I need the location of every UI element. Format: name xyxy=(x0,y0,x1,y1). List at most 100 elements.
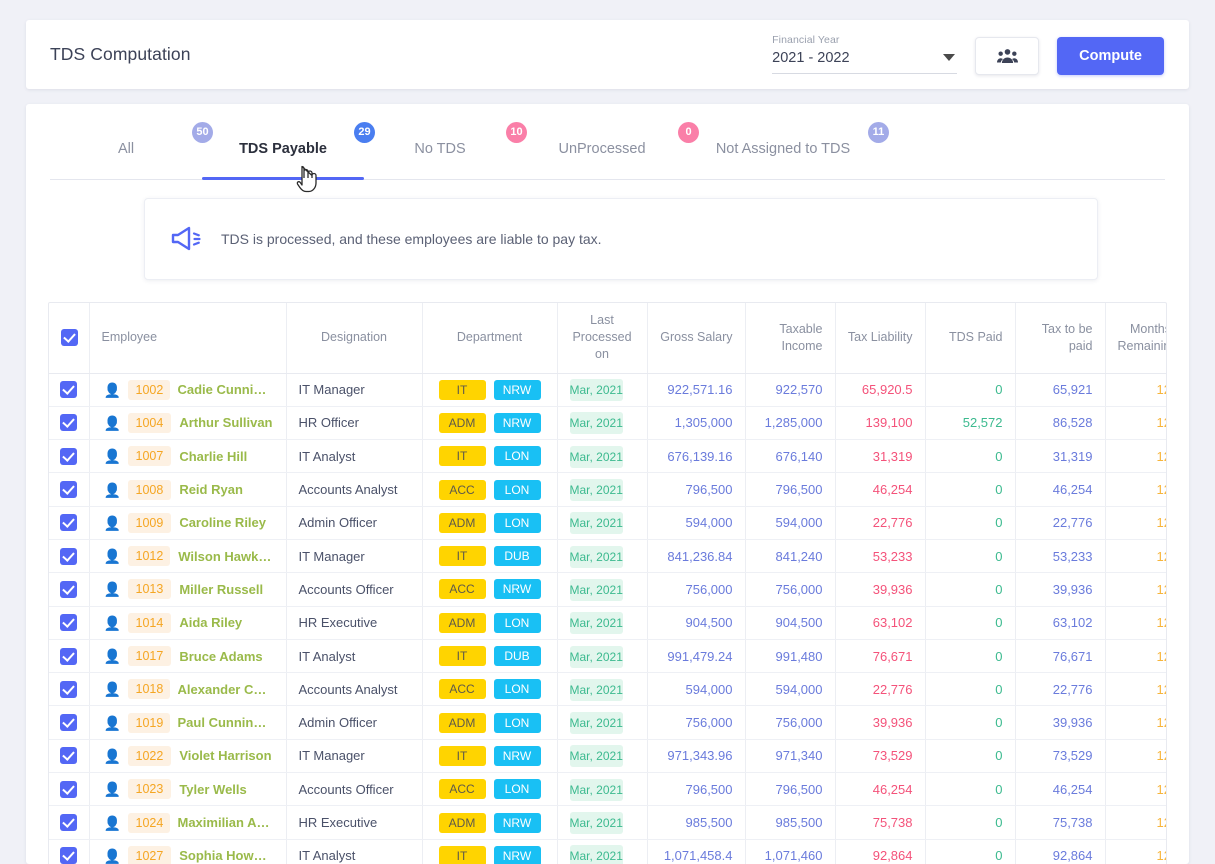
taxable-income-cell: 1,285,000 xyxy=(745,406,835,439)
table-row[interactable]: 👤1024Maximilian Arms…HR ExecutiveADMNRWM… xyxy=(49,806,1167,839)
row-checkbox[interactable] xyxy=(60,448,77,465)
department-tag: ACC xyxy=(439,480,486,500)
employee-name[interactable]: Aida Riley xyxy=(179,615,242,630)
row-select-cell xyxy=(49,839,89,864)
column-header-department[interactable]: Department xyxy=(422,303,557,373)
tds-table-container: Employee Designation Department Last Pro… xyxy=(48,302,1167,864)
row-checkbox[interactable] xyxy=(60,381,77,398)
employee-name[interactable]: Maximilian Arms… xyxy=(178,815,274,830)
row-checkbox[interactable] xyxy=(60,514,77,531)
tax-liability-cell: 39,936 xyxy=(835,573,925,606)
row-checkbox[interactable] xyxy=(60,814,77,831)
tab-no-tds[interactable]: No TDS 10 xyxy=(364,118,516,179)
taxable-income-cell: 594,000 xyxy=(745,673,835,706)
column-header-tds-paid[interactable]: TDS Paid xyxy=(925,303,1015,373)
tax-to-be-paid-cell: 75,738 xyxy=(1015,806,1105,839)
row-checkbox[interactable] xyxy=(60,747,77,764)
department-tag: IT xyxy=(439,646,486,666)
row-select-cell xyxy=(49,406,89,439)
tab-all[interactable]: All 50 xyxy=(50,118,202,179)
compute-button[interactable]: Compute xyxy=(1057,37,1164,75)
tax-to-be-paid-cell: 31,319 xyxy=(1015,440,1105,473)
financial-year-select[interactable]: Financial Year 2021 - 2022 xyxy=(772,34,957,76)
employee-group-button[interactable] xyxy=(975,37,1039,75)
row-checkbox[interactable] xyxy=(60,581,77,598)
row-select-cell xyxy=(49,639,89,672)
employee-name[interactable]: Violet Harrison xyxy=(179,748,271,763)
taxable-income-cell: 796,500 xyxy=(745,773,835,806)
tab-not-assigned-to-tds[interactable]: Not Assigned to TDS 11 xyxy=(688,118,878,179)
tab-unprocessed[interactable]: UnProcessed 0 xyxy=(516,118,688,179)
financial-year-label: Financial Year xyxy=(772,34,957,46)
column-header-designation[interactable]: Designation xyxy=(286,303,422,373)
table-row[interactable]: 👤1022Violet HarrisonIT ManagerITNRWMar, … xyxy=(49,739,1167,772)
table-row[interactable]: 👤1027Sophia HowardIT AnalystITNRWMar, 20… xyxy=(49,839,1167,864)
table-row[interactable]: 👤1023Tyler WellsAccounts OfficerACCLONMa… xyxy=(49,773,1167,806)
avatar-icon: 👤 xyxy=(104,582,120,596)
last-processed-cell: Mar, 2021 xyxy=(557,573,647,606)
employee-name[interactable]: Miller Russell xyxy=(179,582,263,597)
location-tag: NRW xyxy=(494,846,541,864)
designation-text: IT Manager xyxy=(299,382,365,397)
table-row[interactable]: 👤1018Alexander CaseyAccounts AnalystACCL… xyxy=(49,673,1167,706)
employee-name[interactable]: Sophia Howard xyxy=(179,848,273,863)
employee-cell: 👤1019Paul Cunningham xyxy=(89,706,286,739)
table-body: 👤1002Cadie Cunningh…IT ManagerITNRWMar, … xyxy=(49,373,1167,864)
last-processed-badge: Mar, 2021 xyxy=(570,679,623,701)
location-tag: LON xyxy=(494,679,541,699)
table-row[interactable]: 👤1017Bruce AdamsIT AnalystITDUBMar, 2021… xyxy=(49,639,1167,672)
table-row[interactable]: 👤1004Arthur SullivanHR OfficerADMNRWMar,… xyxy=(49,406,1167,439)
designation-text: Admin Officer xyxy=(299,515,378,530)
employee-name[interactable]: Wilson Hawkins xyxy=(178,549,273,564)
column-header-gross-salary[interactable]: Gross Salary xyxy=(647,303,745,373)
table-row[interactable]: 👤1014Aida RileyHR ExecutiveADMLONMar, 20… xyxy=(49,606,1167,639)
table-row[interactable]: 👤1012Wilson HawkinsIT ManagerITDUBMar, 2… xyxy=(49,539,1167,572)
row-checkbox[interactable] xyxy=(60,714,77,731)
department-tag: ADM xyxy=(439,713,486,733)
table-row[interactable]: 👤1013Miller RussellAccounts OfficerACCNR… xyxy=(49,573,1167,606)
row-checkbox[interactable] xyxy=(60,681,77,698)
last-processed-badge: Mar, 2021 xyxy=(570,745,623,767)
table-row[interactable]: 👤1019Paul CunninghamAdmin OfficerADMLONM… xyxy=(49,706,1167,739)
employee-name[interactable]: Cadie Cunningh… xyxy=(178,382,274,397)
employee-name[interactable]: Charlie Hill xyxy=(179,449,247,464)
employee-name[interactable]: Alexander Casey xyxy=(178,682,274,697)
column-header-employee[interactable]: Employee xyxy=(89,303,286,373)
employee-name[interactable]: Tyler Wells xyxy=(179,782,246,797)
last-processed-cell: Mar, 2021 xyxy=(557,606,647,639)
table-row[interactable]: 👤1008Reid RyanAccounts AnalystACCLONMar,… xyxy=(49,473,1167,506)
employee-name[interactable]: Caroline Riley xyxy=(179,515,266,530)
tax-liability-cell: 76,671 xyxy=(835,639,925,672)
designation-text: HR Executive xyxy=(299,615,378,630)
employee-id: 1009 xyxy=(128,513,172,533)
tax-liability-cell: 46,254 xyxy=(835,773,925,806)
table-row[interactable]: 👤1007Charlie HillIT AnalystITLONMar, 202… xyxy=(49,440,1167,473)
row-checkbox[interactable] xyxy=(60,781,77,798)
tds-paid-cell: 0 xyxy=(925,639,1015,672)
column-header-last-processed[interactable]: Last Processed on xyxy=(557,303,647,373)
row-checkbox[interactable] xyxy=(60,481,77,498)
column-header-tax-liability[interactable]: Tax Liability xyxy=(835,303,925,373)
tab-bar: All 50 TDS Payable 29 No TDS 10 UnProces… xyxy=(50,118,1165,180)
employee-name[interactable]: Paul Cunningham xyxy=(178,715,274,730)
employee-name[interactable]: Bruce Adams xyxy=(179,649,262,664)
avatar-icon: 👤 xyxy=(104,649,120,663)
megaphone-icon xyxy=(169,224,205,254)
location-tag: NRW xyxy=(494,813,541,833)
table-row[interactable]: 👤1002Cadie Cunningh…IT ManagerITNRWMar, … xyxy=(49,373,1167,406)
table-row[interactable]: 👤1009Caroline RileyAdmin OfficerADMLONMa… xyxy=(49,506,1167,539)
column-header-tax-to-be-paid[interactable]: Tax to be paid xyxy=(1015,303,1105,373)
chevron-down-icon[interactable] xyxy=(943,54,955,61)
row-checkbox[interactable] xyxy=(60,648,77,665)
column-header-taxable-income[interactable]: Taxable Income xyxy=(745,303,835,373)
page-title: TDS Computation xyxy=(50,44,191,65)
tab-tds-payable[interactable]: TDS Payable 29 xyxy=(202,118,364,179)
column-header-months-remaining[interactable]: Months Remaining xyxy=(1105,303,1167,373)
select-all-checkbox[interactable] xyxy=(61,329,78,346)
employee-name[interactable]: Reid Ryan xyxy=(179,482,243,497)
row-checkbox[interactable] xyxy=(60,548,77,565)
employee-name[interactable]: Arthur Sullivan xyxy=(179,415,272,430)
avatar-icon: 👤 xyxy=(104,716,120,730)
row-checkbox[interactable] xyxy=(60,614,77,631)
row-checkbox[interactable] xyxy=(60,414,77,431)
